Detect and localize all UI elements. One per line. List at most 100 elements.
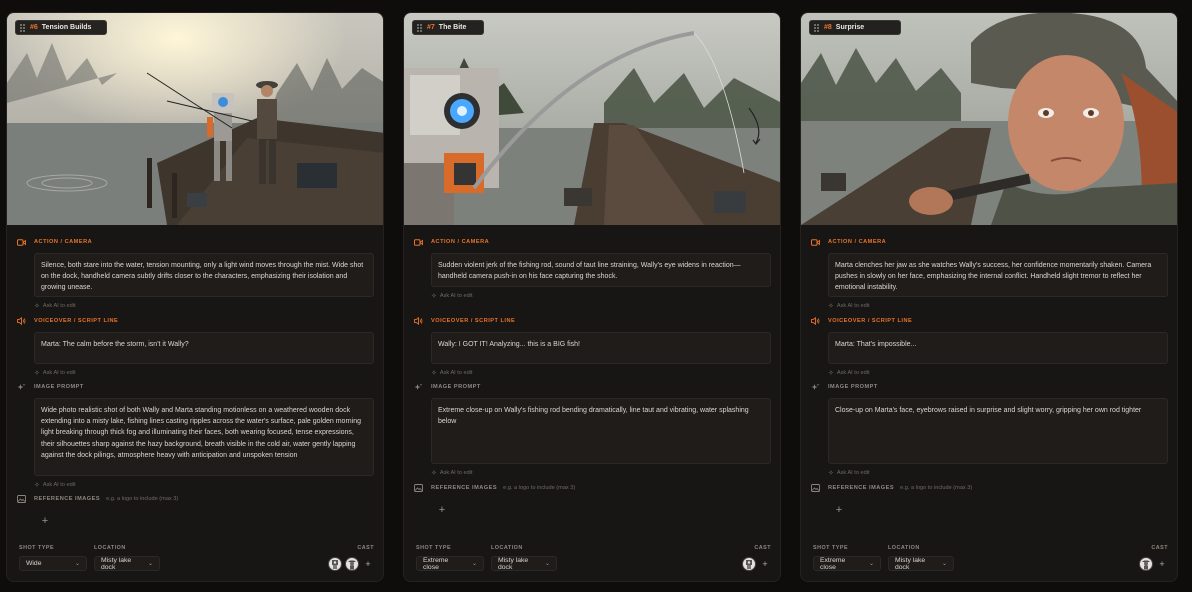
- video-camera-icon: [810, 237, 820, 247]
- drag-handle-icon[interactable]: [20, 23, 26, 32]
- voiceover-textarea[interactable]: Marta: The calm before the storm, isn't …: [34, 332, 374, 364]
- shot-title: Surprise: [835, 24, 865, 31]
- action-label: ACTION / CAMERA: [34, 239, 93, 245]
- shot-footer: SHOT TYPE Extreme close ⌄ LOCATION Misty …: [810, 545, 1168, 575]
- shot-type-label: SHOT TYPE: [416, 545, 452, 551]
- voiceover-section: VOICEOVER / SCRIPT LINE Marta: The calm …: [16, 316, 376, 377]
- drag-handle-icon[interactable]: [417, 23, 423, 32]
- location-select[interactable]: Misty lake dock ⌄: [491, 556, 557, 571]
- chevron-down-icon: ⌄: [868, 561, 874, 567]
- sparkles-icon: ✧: [34, 303, 40, 310]
- shot-card-8[interactable]: #8 Surprise ACTION / CAMERA Marta clench…: [800, 12, 1178, 582]
- location-value: Misty lake dock: [498, 556, 529, 571]
- image-prompt-textarea[interactable]: Wide photo realistic shot of both Wally …: [34, 398, 374, 476]
- marta-avatar[interactable]: [1139, 557, 1153, 571]
- shot-type-label: SHOT TYPE: [19, 545, 55, 551]
- image-prompt-textarea[interactable]: Extreme close-up on Wally's fishing rod …: [431, 398, 771, 464]
- shot-card-7[interactable]: #7 The Bite ACTION / CAMERA Sudden viole…: [403, 12, 781, 582]
- sparkles-icon: ✧: [431, 370, 437, 377]
- cast-list: +: [1139, 556, 1168, 572]
- chevron-down-icon: ⌄: [471, 561, 477, 567]
- ask-ai-button[interactable]: ✧ Ask AI to edit: [431, 369, 773, 377]
- shot-badge[interactable]: #6 Tension Builds: [15, 20, 107, 35]
- location-select[interactable]: Misty lake dock ⌄: [94, 556, 160, 571]
- speaker-icon: [16, 316, 26, 326]
- shot-image-tension-builds: [7, 13, 383, 225]
- shot-type-label: SHOT TYPE: [813, 545, 849, 551]
- voiceover-textarea[interactable]: Marta: That's impossible...: [828, 332, 1168, 364]
- ask-ai-button[interactable]: ✧ Ask AI to edit: [34, 481, 376, 489]
- shot-number: #6: [30, 24, 38, 31]
- location-select[interactable]: Misty lake dock ⌄: [888, 556, 954, 571]
- action-textarea[interactable]: Marta clenches her jaw as she watches Wa…: [828, 253, 1168, 297]
- ask-ai-button[interactable]: ✧ Ask AI to edit: [828, 469, 1170, 477]
- shot-type-field: SHOT TYPE Extreme close ⌄: [813, 545, 881, 571]
- image-prompt-textarea[interactable]: Close-up on Marta's face, eyebrows raise…: [828, 398, 1168, 464]
- shot-card-6[interactable]: #6 Tension Builds ACTION / CAMERA Silenc…: [6, 12, 384, 582]
- shot-type-select[interactable]: Wide ⌄: [19, 556, 87, 571]
- cast-label: CAST: [754, 545, 771, 551]
- action-section: ACTION / CAMERA Sudden violent jerk of t…: [413, 237, 773, 300]
- ask-ai-button[interactable]: ✧ Ask AI to edit: [828, 302, 1170, 310]
- voiceover-section: VOICEOVER / SCRIPT LINE Marta: That's im…: [810, 316, 1170, 377]
- wally-avatar[interactable]: [328, 557, 342, 571]
- action-section: ACTION / CAMERA Marta clenches her jaw a…: [810, 237, 1170, 310]
- ask-ai-button[interactable]: ✧ Ask AI to edit: [34, 369, 376, 377]
- chevron-down-icon: ⌄: [74, 561, 80, 567]
- location-field: LOCATION Misty lake dock ⌄: [94, 545, 160, 571]
- ask-ai-button[interactable]: ✧ Ask AI to edit: [431, 469, 773, 477]
- cast-label: CAST: [357, 545, 374, 551]
- drag-handle-icon[interactable]: [814, 23, 820, 32]
- shot-type-select[interactable]: Extreme close ⌄: [813, 556, 881, 571]
- sparkles-icon: [810, 382, 820, 392]
- sparkles-icon: [16, 382, 26, 392]
- voiceover-textarea[interactable]: Wally: I GOT IT! Analyzing... this is a …: [431, 332, 771, 364]
- video-camera-icon: [16, 237, 26, 247]
- location-label: LOCATION: [888, 545, 920, 551]
- shot-type-field: SHOT TYPE Wide ⌄: [19, 545, 87, 571]
- location-label: LOCATION: [491, 545, 523, 551]
- add-reference-button[interactable]: +: [828, 499, 850, 521]
- add-cast-button[interactable]: +: [362, 559, 374, 569]
- storyboard: #6 Tension Builds ACTION / CAMERA Silenc…: [0, 0, 1192, 592]
- action-textarea[interactable]: Silence, both stare into the water, tens…: [34, 253, 374, 297]
- location-label: LOCATION: [94, 545, 126, 551]
- shot-image[interactable]: #6 Tension Builds: [7, 13, 383, 225]
- cast-list: +: [742, 556, 771, 572]
- reference-section: REFERENCE IMAGES e.g. a logo to include …: [810, 483, 1170, 521]
- image-prompt-label: IMAGE PROMPT: [431, 384, 481, 390]
- shot-number: #7: [427, 24, 435, 31]
- sparkles-icon: ✧: [34, 482, 40, 489]
- ask-ai-button[interactable]: ✧ Ask AI to edit: [34, 302, 376, 310]
- action-textarea[interactable]: Sudden violent jerk of the fishing rod, …: [431, 253, 771, 287]
- chevron-down-icon: ⌄: [941, 561, 947, 567]
- ask-ai-label: Ask AI to edit: [439, 470, 473, 476]
- shot-badge[interactable]: #8 Surprise: [809, 20, 901, 35]
- add-cast-button[interactable]: +: [1156, 559, 1168, 569]
- reference-section: REFERENCE IMAGES e.g. a logo to include …: [16, 494, 376, 532]
- chevron-down-icon: ⌄: [147, 561, 153, 567]
- voiceover-label: VOICEOVER / SCRIPT LINE: [431, 318, 516, 324]
- image-prompt-section: IMAGE PROMPT Extreme close-up on Wally's…: [413, 382, 773, 477]
- shot-type-value: Extreme close: [820, 556, 846, 571]
- ask-ai-button[interactable]: ✧ Ask AI to edit: [828, 369, 1170, 377]
- ask-ai-label: Ask AI to edit: [42, 303, 76, 309]
- add-cast-button[interactable]: +: [759, 559, 771, 569]
- ask-ai-label: Ask AI to edit: [42, 482, 76, 488]
- shot-type-select[interactable]: Extreme close ⌄: [416, 556, 484, 571]
- marta-avatar[interactable]: [345, 557, 359, 571]
- action-section: ACTION / CAMERA Silence, both stare into…: [16, 237, 376, 310]
- voiceover-label: VOICEOVER / SCRIPT LINE: [828, 318, 913, 324]
- voiceover-label: VOICEOVER / SCRIPT LINE: [34, 318, 119, 324]
- image-prompt-section: IMAGE PROMPT Close-up on Marta's face, e…: [810, 382, 1170, 477]
- wally-avatar[interactable]: [742, 557, 756, 571]
- shot-image[interactable]: #7 The Bite: [404, 13, 780, 225]
- image-icon: [413, 483, 423, 493]
- shot-badge[interactable]: #7 The Bite: [412, 20, 484, 35]
- ask-ai-button[interactable]: ✧ Ask AI to edit: [431, 292, 773, 300]
- shot-image[interactable]: #8 Surprise: [801, 13, 1177, 225]
- add-reference-button[interactable]: +: [34, 510, 56, 532]
- add-reference-button[interactable]: +: [431, 499, 453, 521]
- sparkles-icon: ✧: [828, 470, 834, 477]
- action-label: ACTION / CAMERA: [828, 239, 887, 245]
